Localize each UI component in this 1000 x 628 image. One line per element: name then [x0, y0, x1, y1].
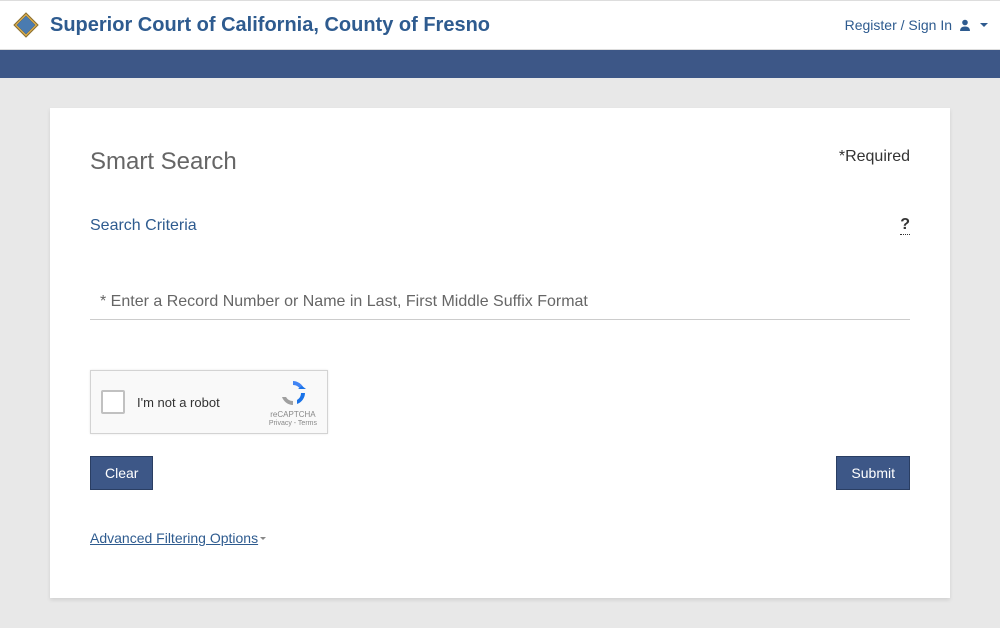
recaptcha-widget: I'm not a robot reCAPTCHA Privacy - Term… [90, 370, 328, 434]
nav-bar [0, 50, 1000, 78]
main-container: Smart Search *Required Search Criteria ?… [0, 78, 1000, 628]
advanced-filtering-link[interactable]: Advanced Filtering Options [90, 530, 266, 546]
clear-button[interactable]: Clear [90, 456, 153, 490]
card-header: Smart Search *Required [90, 148, 910, 176]
auth-link[interactable]: Register / Sign In [845, 17, 952, 33]
criteria-header-row: Search Criteria ? [90, 216, 910, 235]
user-icon[interactable] [958, 18, 972, 32]
search-input[interactable] [90, 285, 910, 320]
recaptcha-links[interactable]: Privacy - Terms [269, 420, 317, 427]
page-title: Smart Search [90, 148, 237, 176]
chevron-down-icon [260, 537, 266, 540]
section-title: Search Criteria [90, 217, 197, 235]
required-label: *Required [839, 148, 910, 166]
recaptcha-checkbox[interactable] [101, 390, 125, 414]
search-card: Smart Search *Required Search Criteria ?… [50, 108, 950, 598]
site-header: Superior Court of California, County of … [0, 0, 1000, 50]
recaptcha-icon [278, 378, 308, 408]
court-seal-icon [12, 11, 40, 39]
recaptcha-logo: reCAPTCHA Privacy - Terms [269, 378, 317, 427]
help-icon[interactable]: ? [900, 216, 910, 235]
site-title[interactable]: Superior Court of California, County of … [50, 14, 490, 37]
recaptcha-brand: reCAPTCHA [269, 410, 317, 419]
submit-button[interactable]: Submit [836, 456, 910, 490]
advanced-filtering-label: Advanced Filtering Options [90, 530, 258, 546]
header-left: Superior Court of California, County of … [12, 11, 490, 39]
button-row: Clear Submit [90, 456, 910, 490]
recaptcha-label: I'm not a robot [137, 395, 269, 410]
header-right: Register / Sign In [845, 17, 988, 33]
chevron-down-icon[interactable] [980, 23, 988, 27]
